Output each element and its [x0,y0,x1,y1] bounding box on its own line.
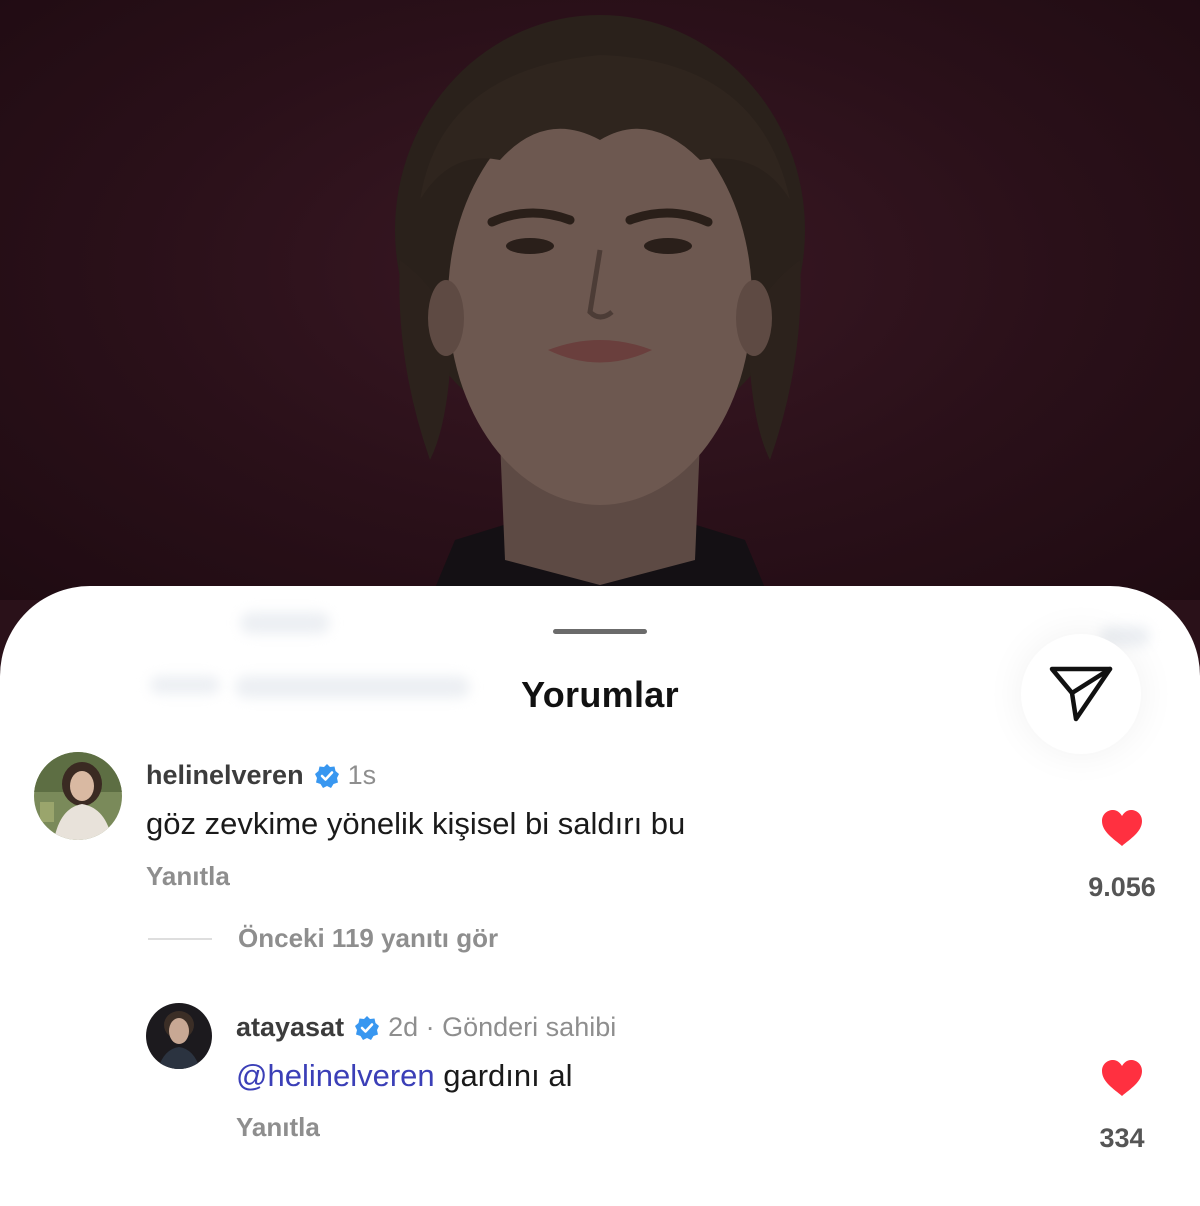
mention-link[interactable]: @helinelveren [236,1058,435,1093]
sheet-title: Yorumlar [521,674,679,715]
blurred-content [240,612,330,634]
like-count: 9.056 [1088,872,1156,902]
paper-plane-icon [1049,666,1113,722]
view-previous-replies-button[interactable]: Önceki 119 yanıtı gör [238,923,498,954]
verified-badge-icon [314,763,340,789]
avatar-image [146,1003,212,1069]
reply-username[interactable]: atayasat 2d · Gönderi sahibi [236,1012,616,1043]
like-count: 334 [1099,1123,1145,1153]
avatar[interactable] [146,1003,212,1069]
post-photo-background [0,0,1200,600]
reply-body: gardını al [434,1058,573,1093]
comment-timestamp: 1s [347,760,377,790]
avatar-image [34,752,122,840]
username-text[interactable]: atayasat [236,1012,344,1043]
portrait-illustration [395,15,805,600]
comment-text: göz zevkime yönelik kişisel bi saldırı b… [146,806,686,841]
share-button[interactable] [1021,634,1141,754]
verified-badge-icon [354,1015,380,1041]
reply-button[interactable]: Yanıtla [236,1112,320,1143]
heart-icon [1102,1060,1142,1096]
heart-icon [1102,810,1142,846]
like-button[interactable] [1100,1058,1144,1103]
reply-meta: 2d · Gönderi sahibi [388,1012,617,1042]
reply-button[interactable]: Yanıtla [146,861,230,892]
reply-text: @helinelveren gardını al [236,1058,573,1094]
thread-divider [148,938,212,940]
avatar[interactable] [34,752,122,840]
username-text[interactable]: helinelveren [146,760,304,791]
like-button[interactable] [1100,808,1144,853]
comment-username[interactable]: helinelveren 1s [146,760,376,791]
sheet-drag-handle[interactable] [553,629,647,634]
